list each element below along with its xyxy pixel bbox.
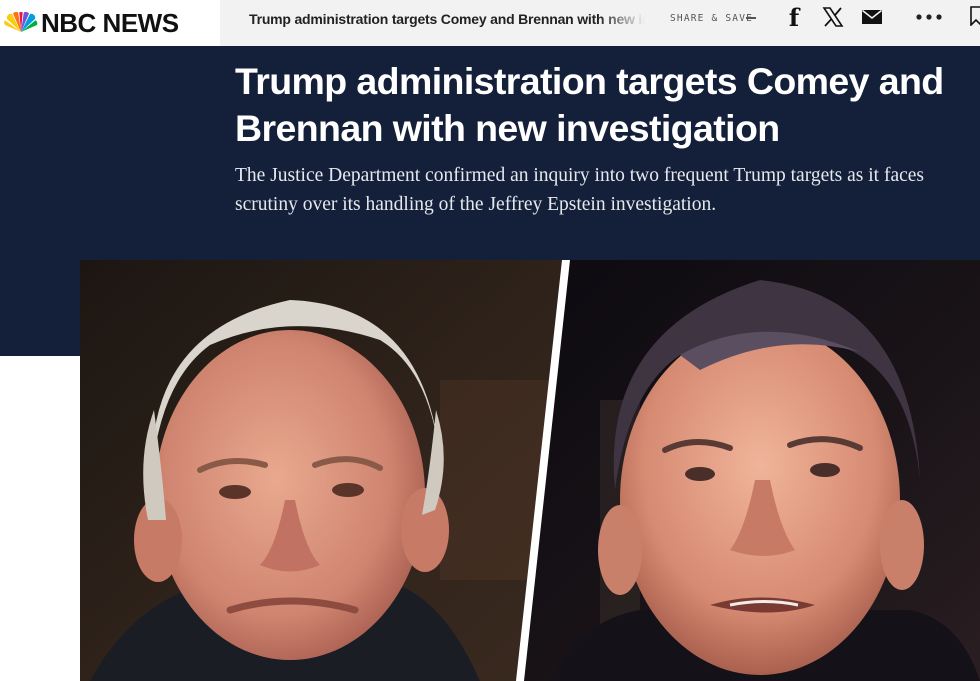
lead-image[interactable] — [80, 260, 980, 681]
nav-headline: Trump administration targets Comey and B… — [249, 11, 645, 27]
share-save-label[interactable]: SHARE & SAVE — [670, 13, 753, 24]
lead-image-illustration — [80, 260, 980, 681]
article-headline: Trump administration targets Comey and B… — [235, 60, 944, 149]
facebook-icon[interactable]: f — [783, 3, 805, 32]
x-icon[interactable] — [821, 5, 845, 29]
peacock-icon — [4, 12, 38, 32]
logo-wordmark: NBC NEWS — [41, 7, 179, 38]
more-icon[interactable] — [914, 8, 944, 26]
share-divider — [746, 17, 756, 19]
top-nav-bar: NBC NEWS Trump administration targets Co… — [0, 0, 980, 46]
article-dek: The Justice Department confirmed an inqu… — [235, 165, 925, 215]
nbc-news-logo[interactable]: NBC NEWS — [0, 0, 220, 46]
bookmark-icon[interactable] — [970, 6, 980, 26]
mail-icon[interactable] — [860, 9, 884, 25]
